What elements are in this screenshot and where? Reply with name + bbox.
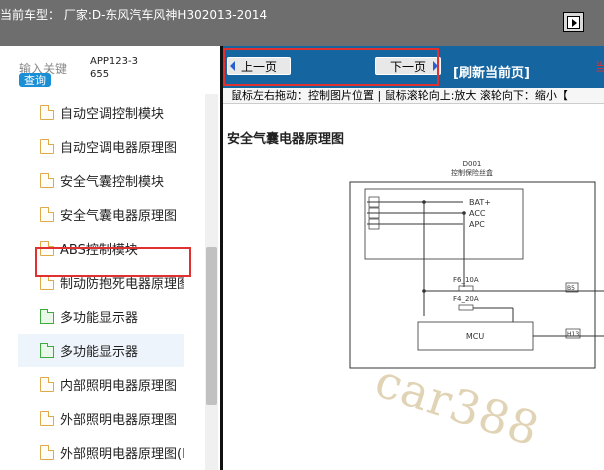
wiring-diagram[interactable]: D001 控制保险丝盒 BAT+ ACC APC F6_10A F4_20A M…	[223, 156, 604, 470]
tree-item-label: 外部照明电器原理图（BF	[60, 413, 184, 428]
refresh-link[interactable]: [刷新当前页]	[453, 62, 530, 81]
tree-item-label: 安全气囊控制模块	[60, 175, 165, 190]
nav-highlight	[223, 48, 439, 86]
pin-label: APC	[469, 220, 485, 229]
model-tree: 自动空调控制模块 自动空调电器原理图 安全气囊控制模块 安全气囊电器原理图 AB…	[0, 96, 204, 470]
tree-item-highlighted[interactable]: 多功能显示器	[18, 334, 184, 367]
tree-scrollbar[interactable]	[205, 94, 218, 470]
mcu-label: MCU	[466, 332, 484, 341]
tree-item[interactable]: 多功能显示器	[18, 300, 184, 333]
folder-icon	[40, 342, 54, 358]
file-icon	[40, 139, 54, 154]
folder-icon	[40, 308, 54, 324]
pin-label: ACC	[469, 209, 486, 218]
tree-item[interactable]: 安全气囊控制模块	[18, 164, 184, 197]
diagram-subtitle: 控制保险丝盒	[451, 168, 493, 177]
tree-item-label: 自动空调控制模块	[60, 107, 165, 122]
top-bar: 当前车型： 厂家:D-东风汽车风神H302013-2014	[0, 0, 604, 46]
file-icon	[40, 411, 54, 426]
file-icon	[40, 105, 54, 120]
diagram-title: 安全气囊电器原理图	[227, 132, 345, 147]
exit-icon[interactable]	[563, 12, 584, 32]
tree-item-label: 多功能显示器	[60, 311, 139, 326]
search-row: 输入关键 查询 APP123-3655	[0, 46, 220, 94]
file-icon	[40, 377, 54, 392]
file-icon	[40, 173, 54, 188]
file-icon	[40, 275, 54, 290]
tree-item[interactable]: 外部照明电器原理图(BF3	[18, 436, 184, 469]
fuse-label: F4_20A	[453, 295, 479, 303]
diagram-code: D001	[463, 160, 482, 168]
app-code: APP123-3655	[90, 56, 138, 80]
tree-item-label: 外部照明电器原理图(BF3	[60, 447, 184, 462]
truncated-text: 当	[595, 60, 604, 74]
selection-highlight	[35, 247, 191, 277]
tree-item[interactable]: 自动空调电器原理图	[18, 130, 184, 163]
tree-item[interactable]: 内部照明电器原理图	[18, 368, 184, 401]
tree-item[interactable]: 自动空调控制模块	[18, 96, 184, 129]
tree-item[interactable]: 外部照明电器原理图（BF	[18, 402, 184, 435]
tree-item-selected[interactable]: 安全气囊电器原理图	[18, 198, 184, 231]
tree-item-label: 多功能显示器	[60, 345, 139, 360]
current-model-label: 当前车型： 厂家:D-东风汽车风神H302013-2014	[0, 8, 268, 22]
nav-bar: 上一页 下一页 [刷新当前页] 当	[223, 46, 604, 88]
hint-bar: 鼠标左右拖动：控制图片位置 | 鼠标滚轮向上:放大 滚轮向下：缩小【	[223, 88, 604, 104]
diagram-viewer: 上一页 下一页 [刷新当前页] 当 鼠标左右拖动：控制图片位置 | 鼠标滚轮向上…	[220, 46, 604, 470]
connector-label: B5	[567, 285, 575, 292]
file-icon	[40, 445, 54, 460]
connector-label: H13	[567, 331, 579, 338]
left-panel: 输入关键 查询 APP123-3655 自动空调控制模块 自动空调电器原理图 安…	[0, 46, 220, 470]
fuse-label: F6_10A	[453, 276, 479, 284]
query-button[interactable]: 查询	[19, 73, 51, 87]
pin-label: BAT+	[469, 198, 491, 207]
tree-item-label: 内部照明电器原理图	[60, 379, 178, 394]
file-icon	[40, 207, 54, 222]
scrollbar-thumb[interactable]	[206, 247, 217, 405]
tree-item-label: 安全气囊电器原理图	[60, 209, 178, 224]
tree-item-label: 自动空调电器原理图	[60, 141, 178, 156]
